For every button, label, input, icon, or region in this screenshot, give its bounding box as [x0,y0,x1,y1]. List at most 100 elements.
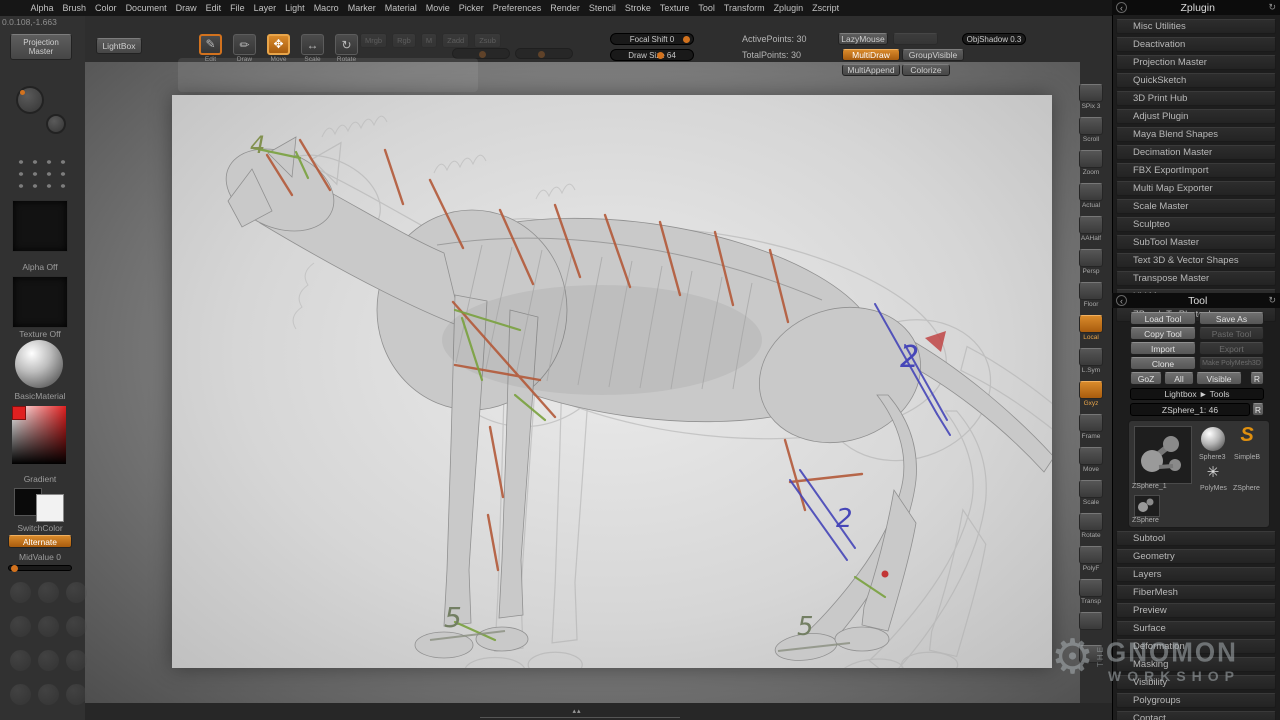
alternate-button[interactable]: Alternate [8,535,72,548]
menu-item[interactable]: Layer [249,3,281,13]
zplugin-menu-item[interactable]: QuickSketch [1116,73,1276,88]
save-as-button[interactable]: Save As [1199,312,1264,325]
focal-shift-slider[interactable]: Focal Shift 0 [610,33,694,45]
lightbox-button[interactable]: LightBox [96,38,142,54]
material-ball[interactable] [15,340,63,388]
menu-item[interactable]: Zplugin [769,3,808,13]
mode-button[interactable]: ↔ Scale [300,34,325,63]
right-shelf-item[interactable]: Zoom [1070,150,1112,183]
draw-size-nub[interactable] [657,52,664,59]
auto-masking-chip[interactable] [893,33,938,45]
z-intensity-slider[interactable] [515,48,573,59]
tool-section-header[interactable]: Geometry [1116,549,1276,564]
mode-button[interactable]: ↻ Rotate [334,34,359,63]
menu-item[interactable]: Stencil [584,3,620,13]
menu-item[interactable]: Texture [655,3,694,13]
right-shelf-item[interactable]: Move [1070,447,1112,480]
right-shelf-item[interactable]: Rotate [1070,513,1112,546]
zplugin-header[interactable]: ‹ Zplugin ↻ [1112,0,1280,15]
current-tool-slider[interactable]: ZSphere_1: 46 [1130,403,1250,416]
tray-button[interactable] [66,684,87,705]
paint-mode-chip[interactable]: Zadd [442,33,469,48]
menu-item[interactable]: Zscript [808,3,844,13]
tray-button[interactable] [66,616,87,637]
menu-item[interactable]: Draw [171,3,201,13]
focal-shift-nub[interactable] [683,36,690,43]
right-shelf-item[interactable]: Local [1070,315,1112,348]
right-shelf-item[interactable]: Scroll [1070,117,1112,150]
secondary-dial[interactable] [46,114,66,134]
zsphere-slot-thumbnail[interactable] [1134,495,1160,517]
menu-item[interactable]: Light [281,3,310,13]
paint-mode-chip[interactable]: Mrgb [360,33,387,48]
simplebrush-tool-icon[interactable]: S [1235,424,1259,450]
zplugin-menu-item[interactable]: Maya Blend Shapes [1116,127,1276,142]
tray-button[interactable] [10,684,31,705]
right-shelf-item[interactable]: Persp [1070,249,1112,282]
menu-item[interactable]: Document [121,3,171,13]
goz-all-button[interactable]: All [1164,372,1194,385]
zplugin-menu-item[interactable]: 3D Print Hub [1116,91,1276,106]
multiappend-button[interactable]: MultiAppend [842,64,900,76]
tray-button[interactable] [38,616,59,637]
lightbox-tools-path[interactable]: Lightbox ► Tools [1130,388,1264,400]
tray-button[interactable] [38,684,59,705]
paint-mode-chip[interactable]: Zsub [474,33,501,48]
tray-button[interactable] [10,616,31,637]
polymesh-tool-icon[interactable]: ✳ [1203,463,1223,483]
zplugin-menu-item[interactable]: Misc Utilities [1116,19,1276,34]
groupvisible-button[interactable]: GroupVisible [902,49,964,61]
menu-item[interactable]: Tool [694,3,720,13]
zplugin-menu-item[interactable]: Deactivation [1116,37,1276,52]
zplugin-menu-item[interactable]: Transpose Master [1116,271,1276,286]
menu-item[interactable]: Movie [421,3,454,13]
lazymouse-button[interactable]: LazyMouse [838,33,888,45]
right-shelf-item[interactable]: SPix 3 [1070,84,1112,117]
menu-item[interactable]: Macro [309,3,343,13]
rgb-intensity-slider[interactable] [452,48,510,59]
tool-section-header[interactable]: Preview [1116,603,1276,618]
current-color-swatch[interactable] [12,406,26,420]
alpha-thumbnail[interactable] [12,200,68,252]
right-shelf-item[interactable]: Floor [1070,282,1112,315]
zplugin-menu-item[interactable]: FBX ExportImport [1116,163,1276,178]
menu-item[interactable]: Render [546,3,585,13]
menu-item[interactable]: Marker [343,3,380,13]
menu-item[interactable]: File [226,3,250,13]
menu-item[interactable]: Color [91,3,122,13]
zplugin-menu-item[interactable]: Scale Master [1116,199,1276,214]
right-shelf-item[interactable]: PolyF [1070,546,1112,579]
zplugin-menu-item[interactable]: Sculpteo [1116,217,1276,232]
paint-mode-chip[interactable]: M [421,33,437,48]
bottom-tray-handle[interactable]: ▴▴ [560,707,594,715]
objshadow-slider[interactable]: ObjShadow 0.3 [962,33,1026,45]
tray-button[interactable] [10,582,31,603]
midvalue-slider[interactable] [8,565,72,571]
zplugin-menu-item[interactable]: SubTool Master [1116,235,1276,250]
menu-item[interactable]: Transform [719,3,769,13]
projection-master-button[interactable]: Projection Master [10,34,72,60]
tool-header[interactable]: ‹ Tool ↻ [1112,293,1280,308]
draw-size-slider[interactable]: Draw Size 64 [610,49,694,61]
tool-section-header[interactable]: FiberMesh [1116,585,1276,600]
refresh-icon[interactable]: ↻ [1268,2,1276,13]
colorize-button[interactable]: Colorize [902,64,950,76]
zplugin-menu-item[interactable]: Decimation Master [1116,145,1276,160]
right-shelf-item[interactable]: Frame [1070,414,1112,447]
right-shelf-item[interactable]: AAHalf [1070,216,1112,249]
tool-section-header[interactable]: Subtool [1116,531,1276,546]
mode-button[interactable]: ✎ Edit [198,34,223,63]
menu-item[interactable]: Alpha [26,3,58,13]
zplugin-menu-item[interactable]: Projection Master [1116,55,1276,70]
tray-button[interactable] [38,582,59,603]
goz-visible-button[interactable]: Visible [1196,372,1242,385]
sphere3-tool-icon[interactable] [1201,427,1225,451]
copy-tool-button[interactable]: Copy Tool [1130,327,1196,340]
export-button[interactable]: Export [1199,342,1264,355]
tray-button[interactable] [38,650,59,671]
bottom-scrollbar[interactable] [480,717,680,718]
right-shelf-item[interactable]: L.Sym [1070,348,1112,381]
load-tool-button[interactable]: Load Tool [1130,312,1196,325]
menu-item[interactable]: Preferences [488,3,546,13]
paste-tool-button[interactable]: Paste Tool [1199,327,1264,340]
